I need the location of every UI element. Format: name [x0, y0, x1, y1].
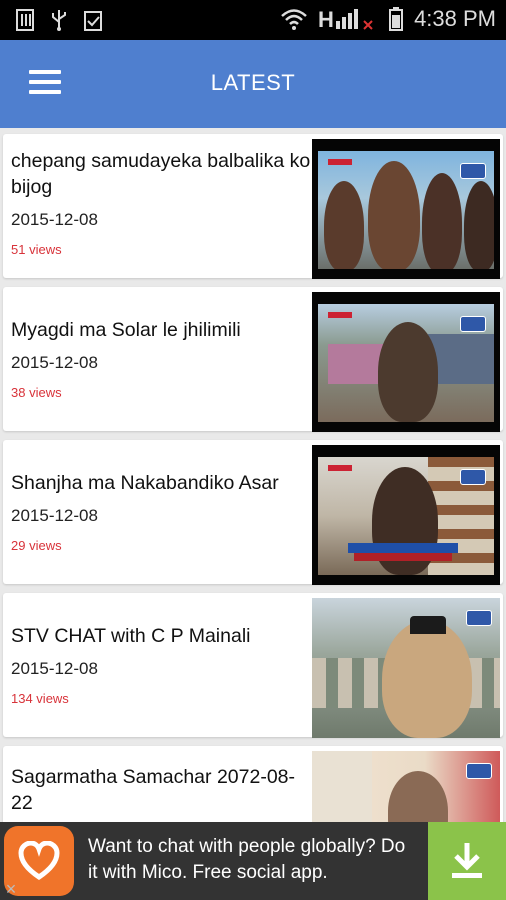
video-views: 38 views: [11, 385, 62, 400]
video-title: Shanjha ma Nakabandiko Asar: [11, 472, 279, 494]
list-item-text: Sagarmatha Samachar 2072-08-22: [11, 760, 311, 822]
signal-icon: H: [318, 7, 373, 31]
channel-logo-icon: [460, 469, 486, 485]
list-item-text: Myagdi ma Solar le jhilimili 2015-12-08 …: [11, 301, 311, 400]
video-title: STV CHAT with C P Mainali: [11, 625, 251, 647]
list-item-text: chepang samudayeka balbalika ko bijog 20…: [11, 148, 311, 257]
video-thumbnail[interactable]: [312, 751, 500, 822]
video-thumbnail[interactable]: [312, 139, 500, 279]
video-title: Sagarmatha Samachar 2072-08-22: [11, 766, 295, 814]
clipboard-icon: [84, 11, 102, 31]
video-thumbnail[interactable]: [312, 598, 500, 738]
video-views: 29 views: [11, 538, 62, 553]
channel-logo-icon: [460, 316, 486, 332]
video-views: 134 views: [11, 691, 69, 706]
video-title: chepang samudayeka balbalika ko bijog: [11, 150, 311, 198]
svg-text:H: H: [318, 7, 334, 31]
list-item-text: Shanjha ma Nakabandiko Asar 2015-12-08 2…: [11, 454, 311, 553]
channel-logo-icon: [460, 163, 486, 179]
download-button[interactable]: [428, 822, 506, 900]
status-bar: H 4:38 PM: [0, 0, 506, 40]
sim-icon: [16, 9, 34, 31]
video-date: 2015-12-08: [11, 506, 98, 525]
channel-logo-icon: [466, 763, 492, 779]
video-views: 51 views: [11, 242, 62, 257]
list-item[interactable]: chepang samudayeka balbalika ko bijog 20…: [3, 134, 503, 279]
list-item[interactable]: Shanjha ma Nakabandiko Asar 2015-12-08 2…: [3, 440, 503, 585]
ad-text: Want to chat with people globally? Do it…: [88, 836, 406, 883]
list-item[interactable]: Sagarmatha Samachar 2072-08-22: [3, 746, 503, 822]
usb-icon: [52, 10, 66, 31]
ad-banner[interactable]: Want to chat with people globally? Do it…: [0, 822, 506, 900]
ad-close-button[interactable]: ×: [0, 878, 22, 900]
page-title: LATEST: [210, 70, 296, 95]
channel-logo-icon: [466, 610, 492, 626]
list-item-text: STV CHAT with C P Mainali 2015-12-08 134…: [11, 607, 311, 706]
video-title: Myagdi ma Solar le jhilimili: [11, 319, 241, 341]
video-list[interactable]: chepang samudayeka balbalika ko bijog 20…: [0, 128, 506, 822]
app-bar: LATEST: [0, 40, 506, 128]
video-date: 2015-12-08: [11, 659, 98, 678]
video-date: 2015-12-08: [11, 353, 98, 372]
wifi-icon: [281, 9, 307, 30]
video-date: 2015-12-08: [11, 210, 98, 229]
download-icon: [452, 843, 482, 878]
battery-icon: [389, 7, 404, 31]
status-time: 4:38 PM: [414, 6, 496, 31]
video-thumbnail[interactable]: [312, 445, 500, 585]
list-item[interactable]: STV CHAT with C P Mainali 2015-12-08 134…: [3, 593, 503, 738]
list-item[interactable]: Myagdi ma Solar le jhilimili 2015-12-08 …: [3, 287, 503, 432]
video-thumbnail[interactable]: [312, 292, 500, 432]
